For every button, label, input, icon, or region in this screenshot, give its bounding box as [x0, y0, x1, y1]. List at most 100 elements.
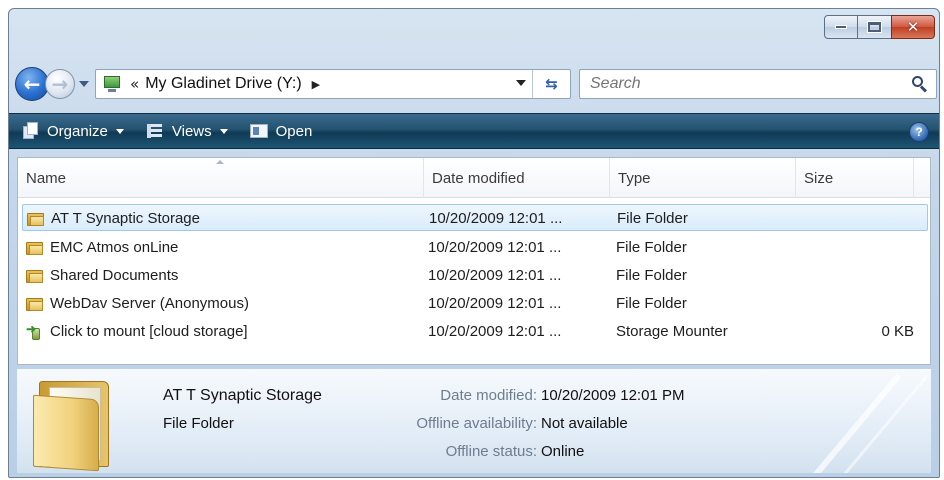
item-name: EMC Atmos onLine — [50, 239, 179, 256]
property-key: Offline status: — [445, 443, 537, 460]
file-list: Name Date modified Type Size AT T Synapt… — [17, 157, 931, 365]
item-size — [802, 234, 914, 261]
item-name-cell: EMC Atmos onLine — [26, 234, 422, 261]
decorative-swoosh — [811, 369, 931, 473]
column-header-size-label: Size — [804, 169, 834, 187]
list-item[interactable]: ➜ Click to mount [cloud storage] 10/20/2… — [22, 318, 928, 345]
large-folder-icon — [33, 379, 117, 472]
close-icon: ✕ — [906, 17, 920, 36]
details-pane: AT T Synaptic Storage File Folder Date m… — [17, 369, 931, 473]
item-size — [802, 262, 914, 289]
back-button[interactable]: ← — [15, 67, 49, 101]
organize-button[interactable]: Organize — [9, 114, 134, 148]
item-type: File Folder — [616, 239, 687, 256]
item-name: WebDav Server (Anonymous) — [50, 295, 249, 312]
item-date: 10/20/2009 12:01 ... — [428, 323, 562, 340]
column-header-name-label: Name — [26, 169, 67, 187]
breadcrumb-arrow-icon[interactable]: ▶ — [312, 78, 320, 91]
explorer-window: ✕ ← → « My Gladinet Drive (Y:) ▶ ⇆ Searc… — [8, 8, 940, 478]
open-window-icon — [249, 122, 268, 140]
item-size: 0 KB — [881, 323, 914, 340]
property-key: Date modified: — [440, 387, 537, 404]
forward-button[interactable]: → — [45, 69, 75, 99]
close-button[interactable]: ✕ — [891, 15, 935, 39]
item-name-cell: Shared Documents — [26, 262, 422, 289]
chevron-down-icon — [516, 80, 526, 86]
sort-ascending-icon — [216, 160, 224, 164]
item-name-cell: WebDav Server (Anonymous) — [26, 290, 422, 317]
item-type: File Folder — [616, 267, 687, 284]
search-icon[interactable] — [912, 76, 928, 93]
breadcrumb-location[interactable]: My Gladinet Drive (Y:) — [145, 75, 301, 93]
item-date: 10/20/2009 12:01 ... — [428, 295, 562, 312]
item-type: File Folder — [616, 295, 687, 312]
maximize-button[interactable] — [857, 15, 892, 39]
organize-label: Organize — [47, 122, 108, 140]
details-item-type: File Folder — [163, 415, 234, 432]
views-icon — [146, 122, 164, 140]
maximize-icon — [867, 21, 882, 33]
forward-arrow-icon: → — [51, 72, 69, 96]
search-box — [579, 69, 937, 99]
item-date: 10/20/2009 12:01 ... — [429, 210, 563, 227]
item-type: Storage Mounter — [616, 323, 728, 340]
open-label: Open — [275, 122, 313, 140]
property-key: Offline availability: — [416, 415, 537, 432]
item-size — [802, 290, 914, 317]
views-label: Views — [171, 122, 212, 140]
network-drive-icon — [102, 75, 124, 93]
minimize-icon — [835, 25, 847, 29]
item-name: Click to mount [cloud storage] — [50, 323, 248, 340]
item-name: AT T Synaptic Storage — [51, 210, 200, 227]
list-item[interactable]: EMC Atmos onLine 10/20/2009 12:01 ... Fi… — [22, 234, 928, 261]
folder-icon — [27, 211, 45, 226]
column-header-type[interactable]: Type — [610, 158, 796, 198]
recent-pages-dropdown[interactable] — [77, 77, 91, 91]
list-item[interactable]: WebDav Server (Anonymous) 10/20/2009 12:… — [22, 290, 928, 317]
folder-icon — [26, 240, 44, 255]
organize-icon — [21, 122, 39, 140]
open-button[interactable]: Open — [238, 114, 323, 148]
refresh-icon: ⇆ — [545, 75, 558, 93]
storage-mounter-icon: ➜ — [26, 323, 46, 341]
property-value: Online — [541, 443, 585, 460]
property-value: Not available — [541, 415, 628, 432]
details-item-name: AT T Synaptic Storage — [163, 387, 322, 404]
property-offline-status: Offline status: Online — [377, 443, 797, 465]
caption-buttons: ✕ — [824, 15, 935, 41]
list-item[interactable]: Shared Documents 10/20/2009 12:01 ... Fi… — [22, 262, 928, 289]
chevron-down-icon — [219, 128, 228, 134]
item-date: 10/20/2009 12:01 ... — [428, 239, 562, 256]
address-dropdown[interactable] — [516, 80, 526, 86]
item-name-cell: AT T Synaptic Storage — [27, 205, 423, 232]
minimize-button[interactable] — [824, 15, 858, 39]
list-item[interactable]: AT T Synaptic Storage 10/20/2009 12:01 .… — [22, 204, 928, 231]
command-bar: Organize Views Open ? — [9, 113, 939, 149]
search-input[interactable] — [584, 72, 894, 96]
column-header-type-label: Type — [618, 169, 651, 187]
property-date-modified: Date modified: 10/20/2009 12:01 PM — [377, 387, 797, 409]
refresh-button[interactable]: ⇆ — [532, 70, 570, 98]
column-header-date-label: Date modified — [432, 169, 525, 187]
help-button[interactable]: ? — [909, 122, 929, 142]
views-button[interactable]: Views — [134, 114, 238, 148]
item-date: 10/20/2009 12:01 ... — [428, 267, 562, 284]
back-arrow-icon: ← — [23, 72, 41, 96]
breadcrumb-overflow-chevron[interactable]: « — [130, 75, 139, 93]
column-header-name[interactable]: Name — [18, 158, 424, 198]
navigation-bar: ← → « My Gladinet Drive (Y:) ▶ ⇆ — [15, 65, 937, 101]
item-name: Shared Documents — [50, 267, 179, 284]
item-name-cell: ➜ Click to mount [cloud storage] — [26, 318, 422, 345]
folder-icon — [26, 268, 44, 283]
folder-icon — [26, 296, 44, 311]
column-header-row: Name Date modified Type Size — [18, 158, 930, 198]
item-size — [803, 205, 915, 232]
column-header-date[interactable]: Date modified — [424, 158, 610, 198]
property-offline-availability: Offline availability: Not available — [377, 415, 797, 437]
chevron-down-icon — [115, 128, 124, 134]
property-value: 10/20/2009 12:01 PM — [541, 387, 685, 404]
column-header-size[interactable]: Size — [796, 158, 914, 198]
address-bar[interactable]: « My Gladinet Drive (Y:) ▶ ⇆ — [95, 69, 571, 99]
help-icon: ? — [915, 125, 923, 139]
item-type: File Folder — [617, 210, 688, 227]
